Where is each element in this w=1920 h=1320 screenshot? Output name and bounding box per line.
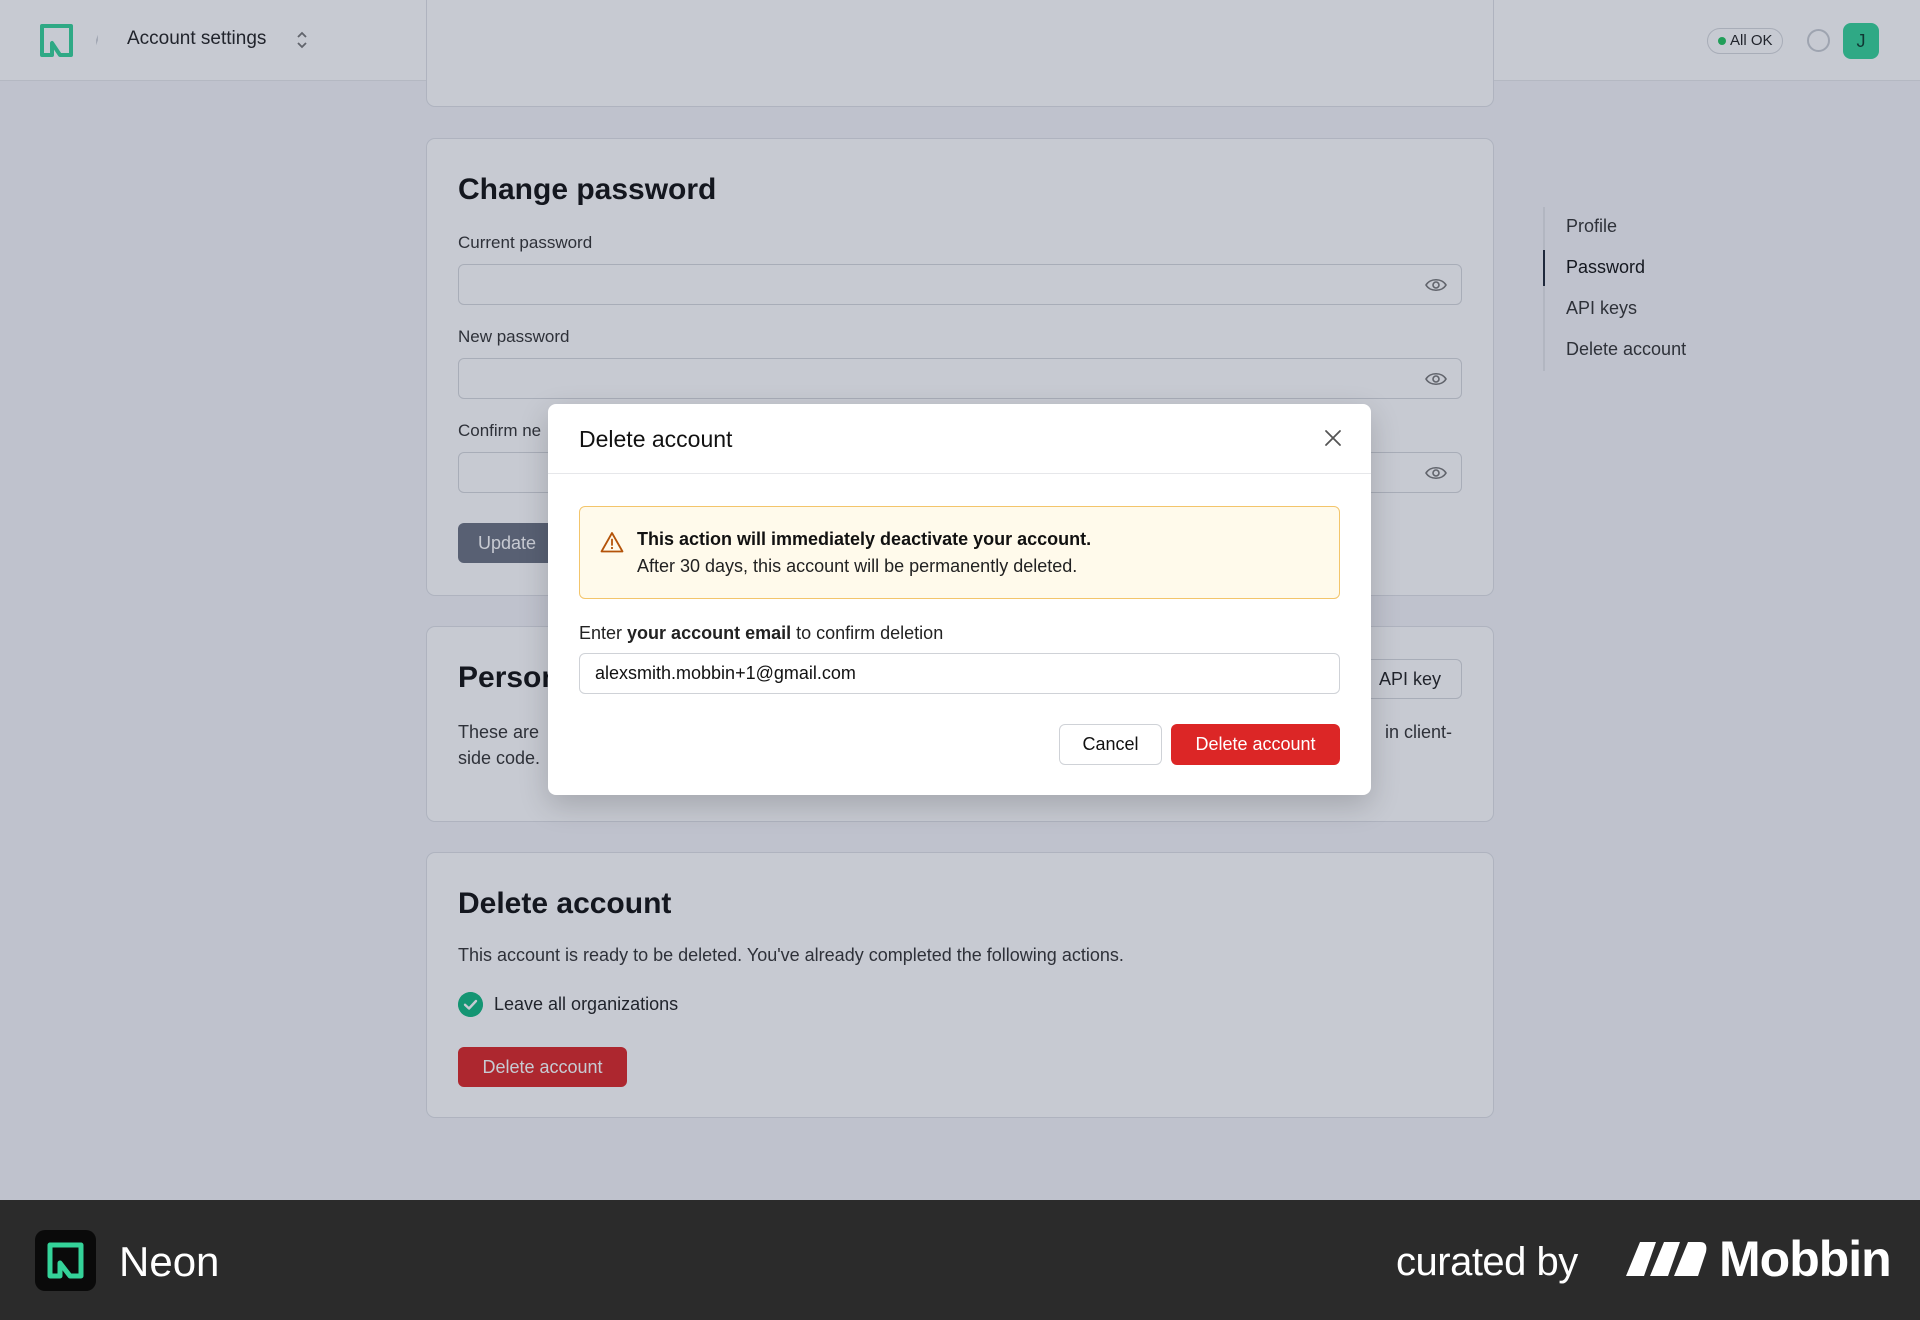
confirm-bold: your account email [627, 623, 792, 643]
delete-account-modal: Delete account This action will immediat… [548, 404, 1371, 795]
mobbin-logo-icon [1626, 1242, 1707, 1276]
footer-brand: Mobbin [1719, 1231, 1892, 1287]
warning-body: After 30 days, this account will be perm… [637, 556, 1078, 576]
cancel-button[interactable]: Cancel [1059, 724, 1162, 765]
modal-title: Delete account [579, 426, 733, 452]
confirm-suffix: to confirm deletion [796, 623, 944, 643]
warning-title: This action will immediately deactivate … [637, 529, 1092, 549]
warning-triangle-icon [600, 532, 624, 553]
footer: Neon curated by Mobbin [0, 1200, 1920, 1320]
neon-logo-icon [47, 1242, 84, 1279]
confirm-prefix: Enter [579, 623, 623, 643]
neon-app-icon [35, 1230, 96, 1291]
close-icon[interactable] [1323, 428, 1343, 448]
modal-header: Delete account [548, 404, 1371, 474]
confirm-delete-button[interactable]: Delete account [1171, 724, 1340, 765]
warning-callout: This action will immediately deactivate … [579, 506, 1340, 599]
confirm-email-label: Enter your account email to confirm dele… [579, 623, 943, 644]
confirm-email-input[interactable] [579, 653, 1340, 694]
curated-by-label: curated by [1396, 1240, 1578, 1284]
footer-app-name: Neon [119, 1238, 220, 1285]
